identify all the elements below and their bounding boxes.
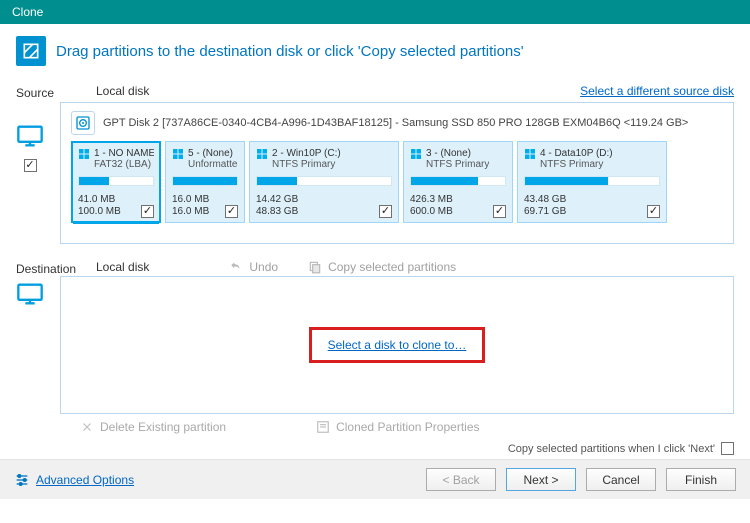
app-logo-icon xyxy=(16,36,46,66)
partition-checkbox[interactable] xyxy=(225,205,238,218)
windows-icon xyxy=(256,148,268,163)
delete-existing-button[interactable]: Delete Existing partition xyxy=(80,420,226,434)
partition-sizes: 14.42 GB48.83 GB xyxy=(256,194,298,218)
copy-icon xyxy=(308,260,322,274)
partition-checkbox[interactable] xyxy=(141,205,154,218)
destination-label: Destination xyxy=(16,260,96,276)
delete-icon xyxy=(80,420,94,434)
undo-button[interactable]: Undo xyxy=(229,260,278,274)
partition-checkbox[interactable] xyxy=(647,205,660,218)
windows-icon xyxy=(78,148,90,163)
partitions-container: 1 - NO NAME (NFAT32 (LBA) Primary 41.0 MB… xyxy=(71,141,723,223)
partition-sizes: 43.48 GB69.71 GB xyxy=(524,194,566,218)
windows-icon xyxy=(410,148,422,163)
advanced-options-link[interactable]: Advanced Options xyxy=(14,472,134,488)
page-headline: Drag partitions to the destination disk … xyxy=(56,43,524,60)
select-destination-disk-link[interactable]: Select a disk to clone to… xyxy=(328,338,467,352)
usage-bar xyxy=(78,176,154,186)
source-localdisk: Local disk xyxy=(96,84,149,98)
back-button[interactable]: < Back xyxy=(426,468,496,491)
buttons-bar: Advanced Options < Back Next > Cancel Fi… xyxy=(0,459,750,499)
finish-button[interactable]: Finish xyxy=(666,468,736,491)
sliders-icon xyxy=(14,472,30,488)
source-disk-checkbox[interactable] xyxy=(24,159,37,172)
destination-icon-column xyxy=(0,276,60,438)
monitor-icon xyxy=(16,124,44,151)
partition-card[interactable]: 1 - NO NAME (NFAT32 (LBA) Primary 41.0 MB… xyxy=(71,141,161,223)
usage-bar xyxy=(256,176,392,186)
usage-bar xyxy=(410,176,506,186)
disk-header-row: GPT Disk 2 [737A86CE-0340-4CB4-A996-1D43… xyxy=(71,111,723,141)
partition-name: 4 - Data10P (D:) xyxy=(540,148,613,159)
partition-card[interactable]: 5 - (None)Unformatted Primary 16.0 MB16.0… xyxy=(165,141,245,223)
select-disk-highlight: Select a disk to clone to… xyxy=(309,327,486,363)
partition-name: 1 - NO NAME (N xyxy=(94,148,154,159)
copy-when-next-row: Copy selected partitions when I click 'N… xyxy=(0,438,750,459)
partition-card[interactable]: 4 - Data10P (D:)NTFS Primary 43.48 GB69.7… xyxy=(517,141,667,223)
usage-bar xyxy=(172,176,238,186)
next-button[interactable]: Next > xyxy=(506,468,576,491)
window-titlebar: Clone xyxy=(0,0,750,24)
partition-checkbox[interactable] xyxy=(493,205,506,218)
partition-card[interactable]: 2 - Win10P (C:)NTFS Primary 14.42 GB48.83… xyxy=(249,141,399,223)
partition-type: NTFS Primary xyxy=(272,159,341,170)
cancel-button[interactable]: Cancel xyxy=(586,468,656,491)
partition-card[interactable]: 3 - (None)NTFS Primary 426.3 MB600.0 MB xyxy=(403,141,513,223)
undo-icon xyxy=(229,260,243,274)
source-disk-panel: GPT Disk 2 [737A86CE-0340-4CB4-A996-1D43… xyxy=(60,102,734,244)
partition-name: 3 - (None) xyxy=(426,148,489,159)
destination-section: Destination Local disk Undo Copy selecte… xyxy=(0,260,750,276)
source-label: Source xyxy=(16,84,96,102)
source-section: Source Local disk Select a different sou… xyxy=(0,84,750,102)
partition-name: 5 - (None) xyxy=(188,148,238,159)
partition-name: 2 - Win10P (C:) xyxy=(272,148,341,159)
partition-sizes: 426.3 MB600.0 MB xyxy=(410,194,453,218)
destination-drop-area[interactable]: Select a disk to clone to… xyxy=(60,276,734,414)
hard-disk-icon xyxy=(71,111,95,135)
source-icon-column xyxy=(0,102,60,244)
disk-description: GPT Disk 2 [737A86CE-0340-4CB4-A996-1D43… xyxy=(103,117,688,129)
partition-type: NTFS Primary xyxy=(540,159,613,170)
partition-type: NTFS Primary xyxy=(426,159,489,170)
select-different-source-link[interactable]: Select a different source disk xyxy=(580,84,734,98)
usage-bar xyxy=(524,176,660,186)
copy-selected-button[interactable]: Copy selected partitions xyxy=(308,260,456,274)
partition-sizes: 41.0 MB100.0 MB xyxy=(78,194,121,218)
windows-icon xyxy=(172,148,184,163)
properties-icon xyxy=(316,420,330,434)
header: Drag partitions to the destination disk … xyxy=(0,24,750,84)
monitor-icon xyxy=(16,282,44,309)
partition-sizes: 16.0 MB16.0 MB xyxy=(172,194,209,218)
window-title: Clone xyxy=(12,5,43,19)
partition-type: FAT32 (LBA) Primary xyxy=(94,159,154,170)
copy-when-next-label: Copy selected partitions when I click 'N… xyxy=(508,443,715,455)
copy-when-next-checkbox[interactable] xyxy=(721,442,734,455)
partition-type: Unformatted Primary xyxy=(188,159,238,170)
windows-icon xyxy=(524,148,536,163)
destination-localdisk: Local disk xyxy=(96,260,149,274)
cloned-properties-button[interactable]: Cloned Partition Properties xyxy=(316,420,479,434)
partition-checkbox[interactable] xyxy=(379,205,392,218)
